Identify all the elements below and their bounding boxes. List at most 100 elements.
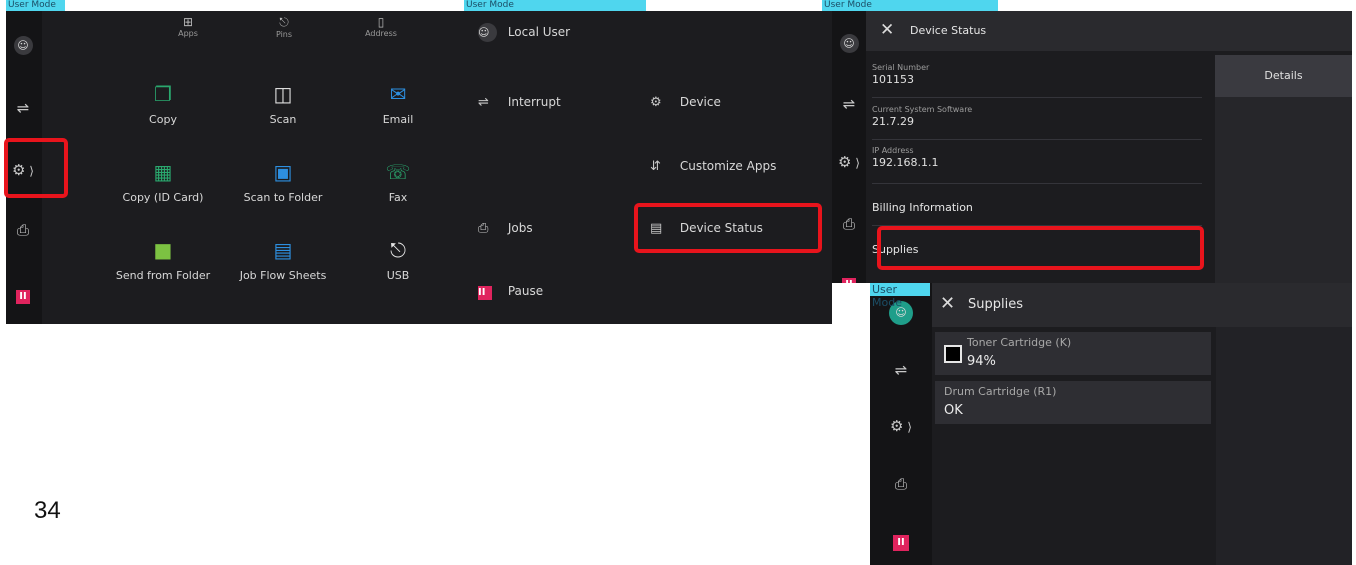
scan-icon: ◫ <box>273 82 293 106</box>
interrupt-icon: ⇌ <box>478 95 489 110</box>
serial-number-value: 101153 <box>872 73 914 86</box>
pause-icon: II <box>478 286 492 300</box>
divider <box>872 183 1202 184</box>
tab-pins[interactable]: ⎋ Pins <box>254 15 314 39</box>
pause-icon: II <box>16 290 30 304</box>
jobs-icon: ⎙ <box>894 475 907 493</box>
system-software-field: Current System Software 21.7.29 <box>872 105 1202 128</box>
close-icon[interactable]: ✕ <box>940 293 955 314</box>
tab-pins-label: Pins <box>275 30 293 39</box>
app-job-flow-sheets-label: Job Flow Sheets <box>239 269 327 282</box>
address-book-icon: ▯ <box>377 15 385 29</box>
highlight-device-status <box>634 203 822 253</box>
email-icon: ✉ <box>389 82 407 106</box>
jobs-label: Jobs <box>507 221 533 235</box>
apps-grid-icon: ⊞ <box>182 15 194 29</box>
user-mode-banner: User Mode <box>822 0 998 11</box>
app-usb-label: USB <box>386 269 410 282</box>
jobs-button[interactable]: ⎙ <box>832 215 866 233</box>
device-menu-button[interactable]: ⚙ ⟩ <box>870 417 932 435</box>
jobs-button[interactable]: ⎙ <box>870 475 932 493</box>
user-icon: ☺ <box>839 34 859 53</box>
local-user-item[interactable]: ☺ Local User <box>478 23 570 42</box>
billing-information-item[interactable]: Billing Information <box>872 201 1202 214</box>
pause-button[interactable]: II <box>832 273 866 283</box>
fax-icon: ☏ <box>385 160 411 184</box>
tab-apps-label: Apps <box>178 29 198 38</box>
user-mode-banner: User Mode <box>464 0 646 11</box>
gear-icon: ⚙ <box>890 417 904 435</box>
user-button[interactable]: ☺ <box>832 33 866 53</box>
app-copy-label: Copy <box>149 113 177 126</box>
pause-item[interactable]: II Pause <box>478 284 543 300</box>
supply-name: Toner Cartridge (K) <box>967 336 1072 349</box>
page-title: Supplies <box>968 297 1023 312</box>
device-label: Device <box>679 95 721 109</box>
supply-value: 94% <box>967 354 996 369</box>
supply-value: OK <box>944 403 963 418</box>
app-email-label: Email <box>382 113 414 126</box>
pause-button[interactable]: II <box>870 531 932 551</box>
app-scan[interactable]: ◫ Scan <box>228 81 338 126</box>
device-menu-button[interactable]: ⚙ ⟩ <box>832 153 866 171</box>
user-icon: ☺ <box>478 23 497 42</box>
customize-apps-item[interactable]: ⇵ Customize Apps <box>650 159 776 174</box>
user-mode-banner: User Mode <box>870 283 930 309</box>
interrupt-icon: ⇌ <box>16 99 30 117</box>
jobs-icon: ⎙ <box>478 221 489 236</box>
side-toolbar: ☺ ⇌ ⚙ ⟩ ⎙ II <box>870 283 932 565</box>
supply-name: Drum Cartridge (R1) <box>944 385 1057 398</box>
app-copy[interactable]: ❐ Copy <box>108 81 218 126</box>
user-button[interactable]: ☺ <box>6 35 40 55</box>
device-item[interactable]: ⚙ Device <box>650 95 721 110</box>
interrupt-icon: ⇌ <box>894 361 908 379</box>
app-copy-id-card[interactable]: ▦ Copy (ID Card) <box>108 159 218 204</box>
device-menu-panel: ☺ Local User ⇌ Interrupt ⚙ Device ⇵ Cust… <box>464 11 832 324</box>
interrupt-button[interactable]: ⇌ <box>6 99 40 117</box>
app-send-from-folder-label: Send from Folder <box>115 269 211 282</box>
page-number: 34 <box>34 497 61 524</box>
customize-icon: ⇵ <box>650 159 661 174</box>
interrupt-icon: ⇌ <box>842 95 856 113</box>
app-scan-to-folder[interactable]: ▣ Scan to Folder <box>228 159 338 204</box>
id-card-icon: ▦ <box>153 160 173 184</box>
interrupt-label: Interrupt <box>507 95 561 109</box>
interrupt-item[interactable]: ⇌ Interrupt <box>478 95 561 110</box>
supply-card-drum[interactable]: Drum Cartridge (R1) OK <box>935 381 1211 424</box>
scan-to-folder-icon: ▣ <box>273 160 293 184</box>
side-toolbar: ☺ ⇌ ⚙ ⟩ ⎙ II <box>832 11 866 283</box>
interrupt-button[interactable]: ⇌ <box>870 361 932 379</box>
interrupt-button[interactable]: ⇌ <box>832 95 866 113</box>
supply-card-toner[interactable]: Toner Cartridge (K) 94% <box>935 332 1211 375</box>
details-button[interactable]: Details <box>1215 55 1352 97</box>
app-job-flow-sheets[interactable]: ▤ Job Flow Sheets <box>228 237 338 282</box>
pause-button[interactable]: II <box>6 285 40 304</box>
app-fax-label: Fax <box>388 191 408 204</box>
jobs-item[interactable]: ⎙ Jobs <box>478 221 533 236</box>
details-panel: Details <box>1215 55 1352 283</box>
close-icon[interactable]: ✕ <box>880 20 894 40</box>
app-fax[interactable]: ☏ Fax <box>343 159 453 204</box>
app-usb[interactable]: ⎋ USB <box>343 237 453 282</box>
app-email[interactable]: ✉ Email <box>343 81 453 126</box>
divider <box>872 139 1202 140</box>
supplies-side-area <box>1216 327 1352 565</box>
pause-label: Pause <box>507 284 544 298</box>
tab-address[interactable]: ▯ Address <box>351 15 411 38</box>
chevron-right-icon: ⟩ <box>903 420 912 434</box>
app-send-from-folder[interactable]: ■ Send from Folder <box>108 237 218 282</box>
serial-number-label: Serial Number <box>872 63 930 72</box>
gear-icon: ⚙ <box>838 153 852 171</box>
pause-icon: II <box>842 278 856 283</box>
home-screen-panel: ☺ ⇌ ⚙ ⟩ ⎙ II ⊞ Apps ⎋ Pins ▯ Address ❐ C… <box>6 11 534 324</box>
copy-icon: ❐ <box>154 82 172 106</box>
ip-address-field: IP Address 192.168.1.1 <box>872 146 1202 169</box>
app-scan-label: Scan <box>269 113 297 126</box>
jobs-icon: ⎙ <box>842 215 855 233</box>
divider <box>872 97 1202 98</box>
tab-apps[interactable]: ⊞ Apps <box>158 15 218 38</box>
jobs-button[interactable]: ⎙ <box>6 221 40 239</box>
supplies-header: ✕ Supplies <box>932 283 1352 327</box>
local-user-label: Local User <box>507 25 571 39</box>
page-title: Device Status <box>910 24 987 37</box>
